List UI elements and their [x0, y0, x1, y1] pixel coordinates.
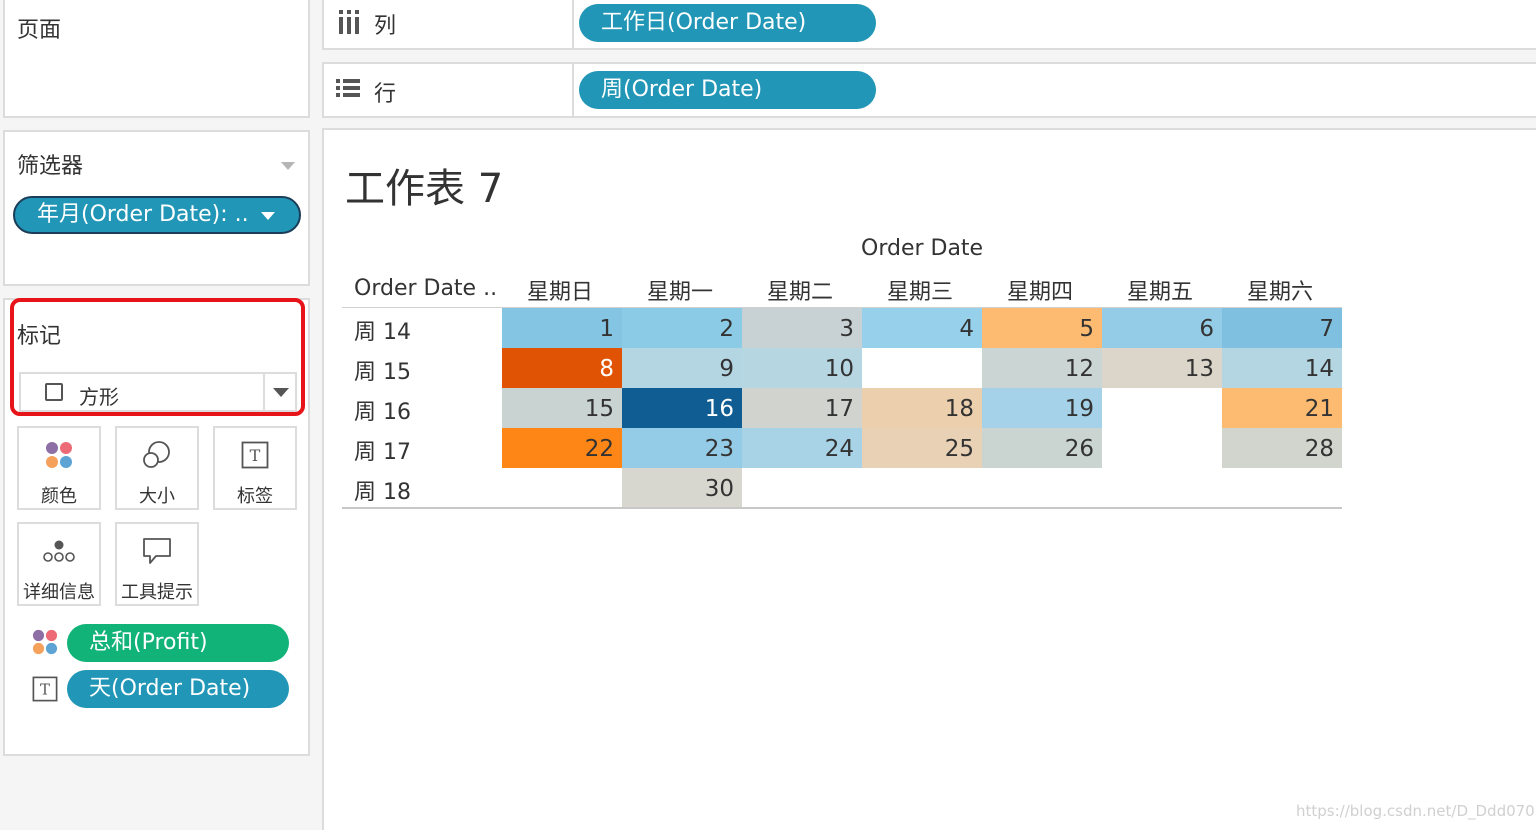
label-text-icon: T [241, 441, 269, 469]
day-header-wed: 星期三 [887, 280, 954, 305]
heatmap-cell[interactable]: 5 [982, 308, 1102, 348]
heatmap-cell[interactable]: 13 [1102, 348, 1222, 388]
color-dots-icon [32, 629, 58, 655]
heatmap-cell[interactable]: 12 [982, 348, 1102, 388]
marks-highlight-box [10, 298, 305, 416]
rows-shelf-label: 行 [374, 82, 397, 107]
rows-icon [336, 79, 360, 97]
day-label-pill[interactable]: 天(Order Date) [67, 670, 289, 708]
day-header-sat: 星期六 [1247, 280, 1314, 305]
heatmap-cell[interactable]: 6 [1102, 308, 1222, 348]
filter-pill-label: 年月(Order Date): .. [37, 202, 249, 227]
heatmap-cell[interactable]: 8 [502, 348, 622, 388]
day-header-fri: 星期五 [1127, 280, 1194, 305]
heatmap-cell[interactable]: 23 [622, 428, 742, 468]
label-text-icon: T [32, 676, 58, 702]
label-card-label: 标签 [237, 486, 273, 507]
tooltip-card[interactable]: 工具提示 [115, 522, 199, 606]
columns-pill-label: 工作日(Order Date) [601, 10, 807, 35]
week-header-16: 周 16 [354, 400, 411, 425]
heatmap-cell[interactable]: 18 [862, 388, 982, 428]
row-field-header: Order Date .. [354, 276, 498, 301]
columns-icon [339, 10, 359, 34]
day-header-tue: 星期二 [767, 280, 834, 305]
heatmap-cell[interactable]: 22 [502, 428, 622, 468]
color-card[interactable]: 颜色 [17, 426, 101, 510]
day-header-mon: 星期一 [647, 280, 714, 305]
filters-panel: 筛选器 年月(Order Date): .. [3, 130, 310, 286]
columns-shelf-divider [572, 0, 574, 48]
label-card[interactable]: T 标签 [213, 426, 297, 510]
worksheet-view [322, 128, 1536, 830]
svg-text:T: T [250, 446, 261, 465]
heatmap-cell[interactable]: 25 [862, 428, 982, 468]
heatmap-cell[interactable]: 7 [1222, 308, 1342, 348]
columns-pill-weekday[interactable]: 工作日(Order Date) [579, 4, 876, 42]
heatmap-cell[interactable]: 21 [1222, 388, 1342, 428]
heatmap-cell[interactable]: 4 [862, 308, 982, 348]
rows-pill-label: 周(Order Date) [601, 77, 763, 102]
table-bottom-border [342, 507, 1342, 509]
watermark: https://blog.csdn.net/D_Ddd0701 [1296, 802, 1536, 820]
columns-shelf: 列 工作日(Order Date) [322, 0, 1536, 50]
heatmap-cell[interactable]: 30 [622, 468, 742, 508]
day-pill-label: 天(Order Date) [89, 676, 251, 701]
heatmap-cell[interactable]: 2 [622, 308, 742, 348]
heatmap-cell[interactable]: 17 [742, 388, 862, 428]
week-header-15: 周 15 [354, 360, 411, 385]
tooltip-bubble-icon [143, 538, 171, 564]
profit-color-pill[interactable]: 总和(Profit) [67, 624, 289, 662]
detail-card-label: 详细信息 [23, 582, 95, 603]
week-header-17: 周 17 [354, 440, 411, 465]
heatmap-cell[interactable]: 24 [742, 428, 862, 468]
heatmap-cell[interactable]: 14 [1222, 348, 1342, 388]
heatmap-cell[interactable]: 9 [622, 348, 742, 388]
filter-pill-year-month[interactable]: 年月(Order Date): .. [13, 196, 301, 234]
heatmap-cell[interactable]: 16 [622, 388, 742, 428]
tooltip-card-label: 工具提示 [121, 582, 193, 603]
column-group-header: Order Date [861, 236, 984, 261]
heatmap-cell[interactable]: 10 [742, 348, 862, 388]
rows-shelf-divider [572, 64, 574, 116]
heatmap-cell[interactable]: 28 [1222, 428, 1342, 468]
color-dots-icon [46, 442, 72, 468]
heatmap-cell[interactable]: 26 [982, 428, 1102, 468]
profit-pill-label: 总和(Profit) [89, 630, 208, 655]
heatmap-cell[interactable]: 15 [502, 388, 622, 428]
filters-panel-title: 筛选器 [17, 154, 84, 179]
filters-menu-icon[interactable] [281, 156, 295, 175]
week-header-14: 周 14 [354, 320, 411, 345]
detail-dots-icon [43, 540, 75, 562]
heatmap-cell[interactable]: 1 [502, 308, 622, 348]
size-card[interactable]: 大小 [115, 426, 199, 510]
week-header-18: 周 18 [354, 480, 411, 505]
day-header-thu: 星期四 [1007, 280, 1074, 305]
heatmap-cell[interactable]: 19 [982, 388, 1102, 428]
rows-shelf: 行 周(Order Date) [322, 62, 1536, 118]
pages-panel-title: 页面 [17, 18, 62, 43]
heatmap-cell[interactable]: 3 [742, 308, 862, 348]
filter-pill-dropdown-icon[interactable] [261, 212, 275, 221]
columns-shelf-label: 列 [374, 14, 397, 39]
day-header-sun: 星期日 [527, 280, 594, 305]
rows-pill-week[interactable]: 周(Order Date) [579, 71, 876, 109]
pages-panel: 页面 [3, 0, 310, 118]
color-card-label: 颜色 [41, 486, 77, 507]
svg-text:T: T [40, 681, 50, 699]
detail-card[interactable]: 详细信息 [17, 522, 101, 606]
size-circles-icon [143, 441, 170, 468]
sheet-title: 工作表 7 [345, 166, 504, 212]
size-card-label: 大小 [139, 486, 175, 507]
